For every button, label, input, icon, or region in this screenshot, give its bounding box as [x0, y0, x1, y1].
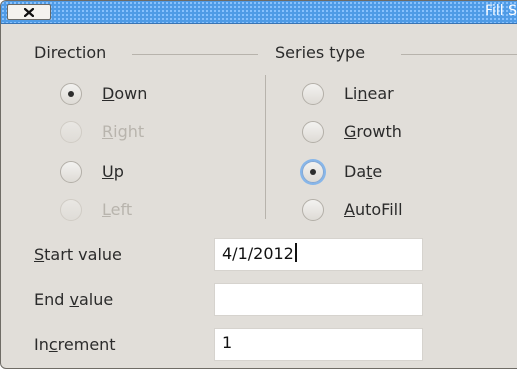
radio-right — [60, 121, 82, 143]
radio-label-right: Right — [102, 122, 145, 141]
series-type-section-title: Series type — [275, 43, 366, 62]
radio-down[interactable] — [60, 83, 82, 105]
end-value-label: End value — [34, 290, 114, 309]
series-type-divider — [401, 54, 517, 55]
radio-growth[interactable] — [302, 121, 324, 143]
radio-up[interactable] — [60, 161, 82, 183]
increment-label: Increment — [34, 335, 116, 354]
window-title: Fill S — [484, 3, 517, 19]
radio-label-linear[interactable]: Linear — [344, 84, 394, 103]
radio-selected-dot — [68, 91, 74, 97]
radio-left — [60, 199, 82, 221]
radio-linear[interactable] — [302, 83, 324, 105]
title-bar[interactable]: Fill S — [1, 1, 517, 24]
direction-section-title: Direction — [34, 43, 107, 62]
close-x-icon — [24, 8, 34, 17]
radio-autofill[interactable] — [302, 199, 324, 221]
radio-label-down[interactable]: Down — [102, 84, 147, 103]
start-value-label: Start value — [34, 245, 122, 264]
close-button[interactable] — [7, 4, 51, 20]
start-value-input[interactable]: 4/1/2012 — [214, 238, 423, 271]
radio-label-autofill[interactable]: AutoFill — [344, 200, 403, 219]
text-caret — [294, 243, 297, 262]
end-value-input[interactable] — [214, 283, 423, 316]
radio-label-growth[interactable]: Growth — [344, 122, 402, 141]
radio-date[interactable] — [302, 161, 324, 183]
radio-label-date[interactable]: Date — [344, 162, 382, 181]
fill-series-dialog: Fill S Direction Down Right Up Left Seri… — [0, 0, 517, 369]
increment-input[interactable]: 1 — [214, 328, 423, 361]
group-separator — [265, 75, 266, 219]
radio-label-up[interactable]: Up — [102, 162, 124, 181]
radio-label-left: Left — [102, 200, 133, 219]
radio-selected-dot — [310, 169, 316, 175]
direction-divider — [132, 54, 258, 55]
